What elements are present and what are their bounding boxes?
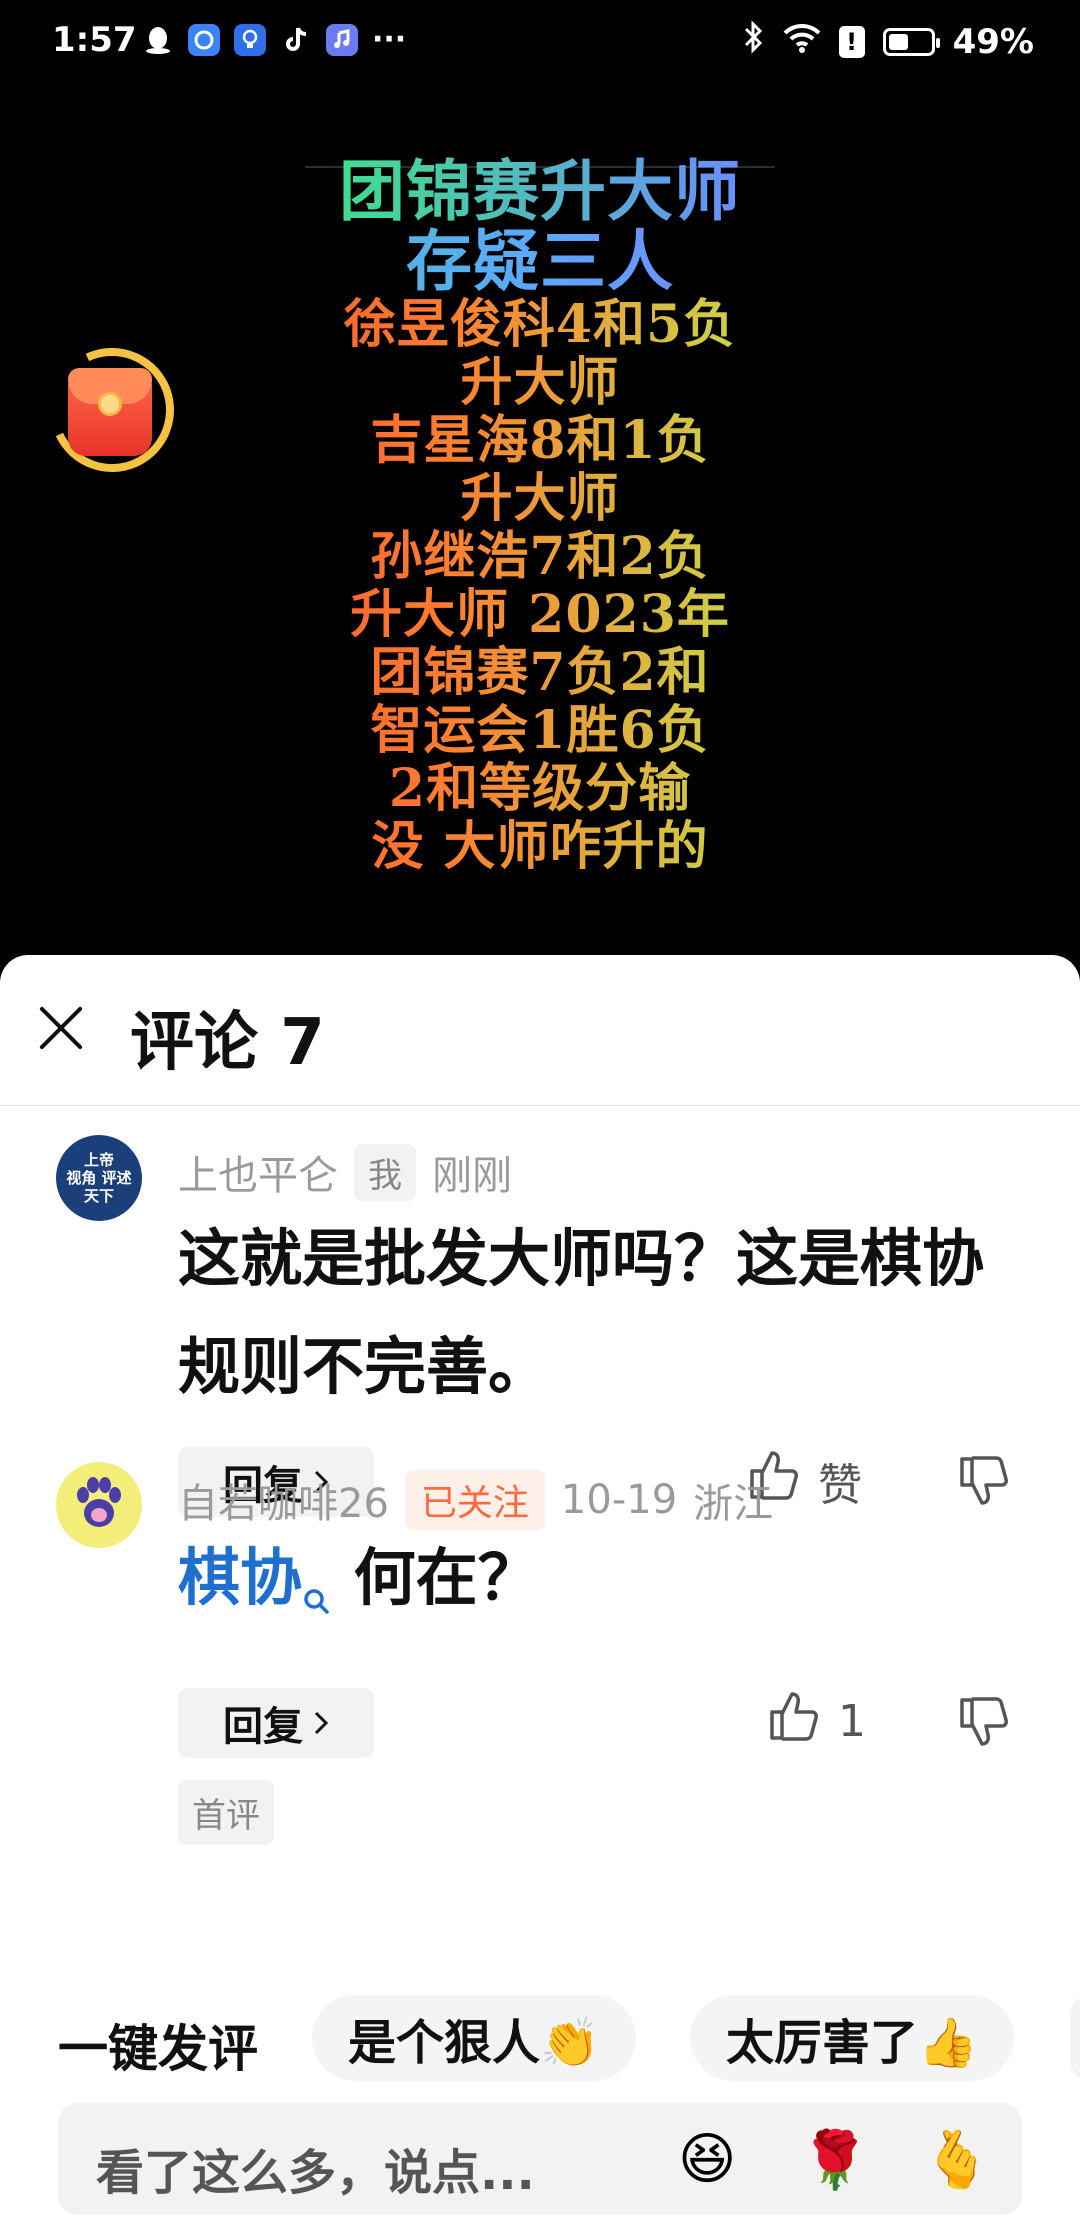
music-icon (326, 23, 358, 56)
reply-label: 回复 (223, 1704, 303, 1750)
quick-reply-label: 一键发评 (58, 2020, 258, 2078)
thumbs-down-icon[interactable] (954, 1694, 1014, 1754)
avatar-text: 上帝 视角 评述 天下 (66, 1151, 132, 1205)
close-icon[interactable] (36, 1003, 86, 1053)
comments-title: 评论 7 (130, 1006, 325, 1080)
heart-hand-emoji-icon[interactable]: 🫰 (922, 2127, 992, 2193)
wifi-icon (783, 22, 821, 62)
video-text-line: 没 大师咋升的 (0, 818, 1080, 876)
search-link[interactable]: 棋协 (178, 1541, 302, 1614)
alert-icon: ! (838, 25, 865, 58)
video-text-line: 2和等级分输 (0, 760, 1080, 818)
comment-text[interactable]: 棋协 何在？ (178, 1524, 998, 1650)
video-text-line: 升大师 2023年 (0, 586, 1080, 644)
quick-reply-bar: 一键发评 是个狠人👏 太厉害了👍 (0, 1995, 1080, 2081)
video-text-line: 升大师 (0, 470, 1080, 528)
comment-text-rest: 何在？ (353, 1541, 540, 1614)
like-label: 赞 (818, 1459, 862, 1511)
paw-icon (71, 1473, 127, 1537)
tiktok-icon (280, 24, 312, 56)
more-notifications: ··· (372, 22, 407, 57)
first-comment-badge: 首评 (178, 1780, 274, 1845)
quick-reply-chip-overflow[interactable] (1070, 1995, 1080, 2081)
comment-input[interactable]: 看了这么多，说点... 😆 🌹 🫰 (58, 2103, 1022, 2215)
red-envelope-icon (68, 368, 152, 456)
status-right: ! 49% (743, 20, 1034, 63)
video-title-line1: 团锦赛升大师 (0, 156, 1080, 226)
video-text-line: 智运会1胜6负 (0, 702, 1080, 760)
comment-text[interactable]: 这就是批发大师吗？这是棋协规则不完善。 (178, 1205, 998, 1421)
browser-icon (188, 23, 220, 56)
bulb-icon (234, 23, 266, 56)
quick-reply-chip[interactable]: 是个狠人👏 (312, 1995, 636, 2081)
status-time: 1:57 (52, 20, 137, 60)
search-icon[interactable] (302, 1542, 332, 1650)
like-count: 1 (838, 1696, 866, 1747)
comment-username[interactable]: 上也平仑 (178, 1143, 338, 1201)
notification-icons: ··· (142, 22, 406, 57)
me-tag: 我 (354, 1143, 416, 1201)
comments-header: 评论 7 (0, 955, 1080, 1106)
chevron-right-icon (313, 1700, 329, 1746)
comment-meta: 上也平仑 我 刚刚 (178, 1143, 512, 1201)
laugh-emoji-icon[interactable]: 😆 (678, 2127, 736, 2192)
bluetooth-icon (743, 20, 765, 63)
video-title-line2: 存疑三人 (0, 226, 1080, 296)
video-text-line: 徐昱俊科4和5负 (0, 296, 1080, 354)
comment-time: 10-19 (560, 1477, 678, 1523)
rose-emoji-icon[interactable]: 🌹 (800, 2127, 870, 2193)
followed-tag: 已关注 (404, 1470, 545, 1530)
video-text-line: 孙继浩7和2负 (0, 528, 1080, 586)
video-text-line: 团锦赛7负2和 (0, 644, 1080, 702)
comment-input-placeholder: 看了这么多，说点... (96, 2145, 535, 2201)
comment-meta: 自若咖啡26 已关注 10-19 浙江 (178, 1470, 773, 1530)
comment-username[interactable]: 自若咖啡26 (178, 1471, 389, 1529)
video-player[interactable]: 团锦赛升大师 存疑三人 徐昱俊科4和5负 升大师 吉星海8和1负 升大师 孙继浩… (0, 86, 1080, 956)
thumbs-up-icon (766, 1688, 822, 1755)
red-envelope-button[interactable] (32, 330, 192, 490)
battery-percent: 49% (952, 21, 1034, 62)
comment-location: 浙江 (693, 1481, 774, 1527)
battery-icon (882, 27, 940, 56)
quick-reply-chip[interactable]: 太厉害了👍 (690, 1995, 1014, 2081)
reply-button[interactable]: 回复 (178, 1688, 374, 1758)
qq-icon (142, 24, 174, 56)
comment-time: 刚刚 (432, 1153, 512, 1199)
status-bar: 1:57 ··· ! 49% (0, 0, 1080, 86)
video-text-overlay: 团锦赛升大师 存疑三人 徐昱俊科4和5负 升大师 吉星海8和1负 升大师 孙继浩… (0, 156, 1080, 876)
like-button[interactable]: 1 (766, 1688, 866, 1755)
avatar[interactable]: 上帝 视角 评述 天下 (56, 1135, 142, 1221)
avatar[interactable] (56, 1462, 142, 1548)
thumbs-down-icon[interactable] (954, 1453, 1014, 1513)
